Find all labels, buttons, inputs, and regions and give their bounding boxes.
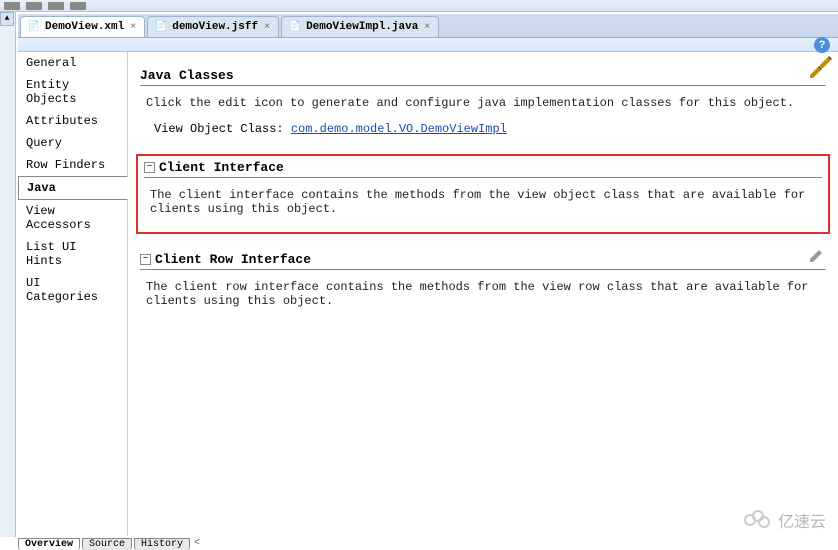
toolbar-icon[interactable] <box>4 2 20 10</box>
edit-icon[interactable] <box>818 54 834 70</box>
toolbar-icon[interactable] <box>70 2 86 10</box>
section-header: Java Classes <box>140 68 826 86</box>
sidebar-item-entity-objects[interactable]: Entity Objects <box>18 74 127 110</box>
close-icon[interactable]: × <box>262 22 272 33</box>
section-client-interface-highlighted: – Client Interface The client interface … <box>136 154 830 234</box>
scroll-up-icon[interactable]: ▲ <box>0 12 14 26</box>
content-header: ? <box>18 38 838 52</box>
field-label: View Object Class: <box>154 122 291 136</box>
java-file-icon: 📄 <box>288 20 302 34</box>
sidebar-item-java[interactable]: Java <box>18 176 128 200</box>
section-header: – Client Row Interface <box>140 252 826 270</box>
detail-pane: Java Classes Click the edit icon to gene… <box>128 52 838 536</box>
section-title: Java Classes <box>140 68 234 83</box>
collapse-icon[interactable]: – <box>144 162 155 173</box>
scroll-tabs-left-icon[interactable]: < <box>192 538 202 549</box>
tab-demoview-xml[interactable]: 📄 DemoView.xml × <box>20 16 145 37</box>
tab-demoview-jsff[interactable]: 📄 demoView.jsff × <box>147 16 279 37</box>
section-java-classes: Java Classes Click the edit icon to gene… <box>140 68 826 136</box>
view-object-class-link[interactable]: com.demo.model.VO.DemoViewImpl <box>291 122 507 136</box>
sidebar-item-query[interactable]: Query <box>18 132 127 154</box>
close-icon[interactable]: × <box>422 22 432 33</box>
bottom-tab-history[interactable]: History <box>134 538 190 550</box>
collapse-icon[interactable]: – <box>140 254 151 265</box>
xml-file-icon: 📄 <box>27 20 41 34</box>
toolbar-icon[interactable] <box>48 2 64 10</box>
bottom-tab-source[interactable]: Source <box>82 538 132 550</box>
bottom-tab-overview[interactable]: Overview <box>18 538 80 550</box>
tab-label: DemoViewImpl.java <box>306 21 418 33</box>
main-panel: General Entity Objects Attributes Query … <box>18 52 838 536</box>
sidebar-item-view-accessors[interactable]: View Accessors <box>18 200 127 236</box>
section-description: Click the edit icon to generate and conf… <box>140 86 826 116</box>
content-wrap: ? General Entity Objects Attributes Quer… <box>18 38 838 536</box>
section-title: Client Row Interface <box>155 252 311 267</box>
sidebar-item-attributes[interactable]: Attributes <box>18 110 127 132</box>
edit-icon-disabled[interactable] <box>808 248 824 264</box>
close-icon[interactable]: × <box>128 22 138 33</box>
watermark-logo-icon <box>744 510 772 530</box>
sidebar-item-row-finders[interactable]: Row Finders <box>18 154 127 176</box>
watermark-text: 亿速云 <box>778 508 826 532</box>
toolbar-icon[interactable] <box>26 2 42 10</box>
editor-tabs: 📄 DemoView.xml × 📄 demoView.jsff × 📄 Dem… <box>18 14 838 38</box>
tab-demoviewimpl-java[interactable]: 📄 DemoViewImpl.java × <box>281 16 439 37</box>
section-header: – Client Interface <box>144 160 822 178</box>
section-description: The client row interface contains the me… <box>140 270 826 314</box>
section-client-row-interface: – Client Row Interface The client row in… <box>140 252 826 314</box>
watermark: 亿速云 <box>744 508 826 532</box>
jsff-file-icon: 📄 <box>154 20 168 34</box>
help-icon[interactable]: ? <box>814 37 830 53</box>
section-description: The client interface contains the method… <box>144 178 822 222</box>
sidebar-item-general[interactable]: General <box>18 52 127 74</box>
main-toolbar <box>0 0 838 12</box>
sidebar: General Entity Objects Attributes Query … <box>18 52 128 536</box>
sidebar-item-list-ui-hints[interactable]: List UI Hints <box>18 236 127 272</box>
field-view-object-class: View Object Class: com.demo.model.VO.Dem… <box>140 116 826 136</box>
sidebar-item-ui-categories[interactable]: UI Categories <box>18 272 127 308</box>
tab-label: DemoView.xml <box>45 21 124 33</box>
bottom-tabs: Overview Source History < <box>18 538 202 550</box>
tab-label: demoView.jsff <box>172 21 258 33</box>
section-title: Client Interface <box>159 160 284 175</box>
left-gutter: ▲ <box>0 12 16 537</box>
editor-area: 📄 DemoView.xml × 📄 demoView.jsff × 📄 Dem… <box>18 14 838 550</box>
